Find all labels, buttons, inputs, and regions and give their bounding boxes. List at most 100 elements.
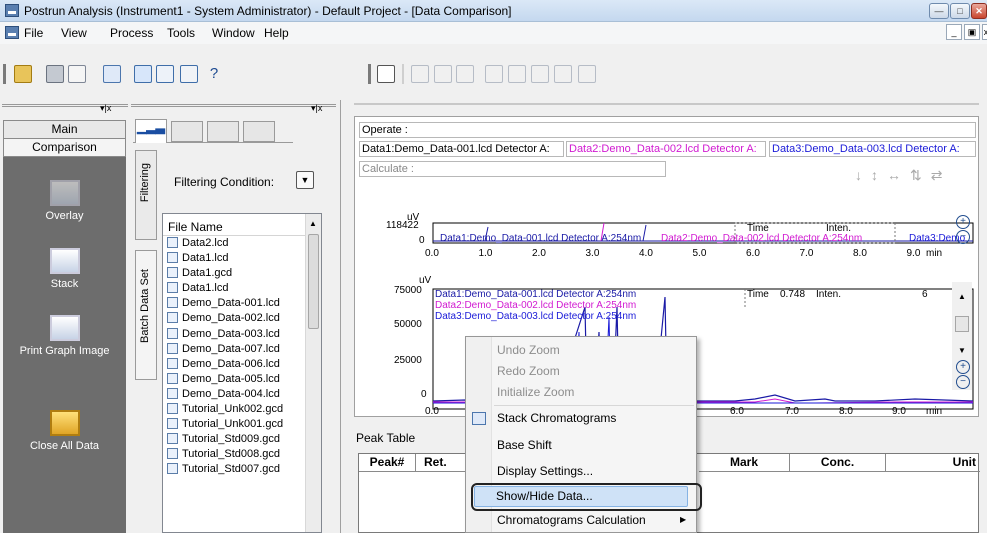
nav-item-close-all-data[interactable]: Close All Data xyxy=(3,410,126,452)
close-button[interactable]: ✕ xyxy=(971,3,987,19)
file-list-header[interactable]: File Name xyxy=(163,214,321,236)
menu-bar: File View Process Tools Window Help _ ▣ … xyxy=(0,22,987,44)
nav-item-overlay[interactable]: Overlay xyxy=(3,180,126,222)
peak-integrate-icon[interactable] xyxy=(434,65,452,83)
data-file-icon xyxy=(167,403,178,415)
print-preview-icon[interactable] xyxy=(68,65,86,83)
top-inten-label: Inten. xyxy=(826,223,852,234)
settings-peak-icon[interactable] xyxy=(578,65,596,83)
copy-icon[interactable] xyxy=(103,65,121,83)
file-list-item[interactable]: Demo_Data-006.lcd xyxy=(163,357,321,372)
col-conc[interactable]: Conc. xyxy=(790,454,886,472)
help-icon[interactable]: ? xyxy=(205,65,223,83)
mdi-close-button[interactable]: x xyxy=(982,24,987,40)
baseline-icon[interactable] xyxy=(485,65,503,83)
top-zoom-out-icon[interactable]: − xyxy=(956,230,970,244)
report-icon[interactable] xyxy=(377,65,395,83)
bottom-x-tick: 9.0 xyxy=(892,406,906,417)
menu-item-display-settings[interactable]: Display Settings... xyxy=(497,464,593,478)
file-list-item[interactable]: Demo_Data-003.lcd xyxy=(163,327,321,342)
menu-tools[interactable]: Tools xyxy=(167,26,195,40)
maximize-button[interactable]: □ xyxy=(950,3,970,19)
data-file-icon xyxy=(167,433,178,445)
chart-scroll-down-icon[interactable]: ▼ xyxy=(958,346,966,355)
data2-chip[interactable]: Data2:Demo_Data-002.lcd Detector A: xyxy=(566,141,766,157)
col-mark[interactable]: Mark xyxy=(699,454,790,472)
menu-file[interactable]: File xyxy=(24,26,43,40)
data3-chip[interactable]: Data3:Demo_Data-003.lcd Detector A: xyxy=(769,141,976,157)
chromatogram-tab-icon[interactable]: ▁▂▃ xyxy=(135,119,167,143)
chart-scroll-up-icon[interactable]: ▲ xyxy=(958,292,966,301)
menu-help[interactable]: Help xyxy=(264,26,289,40)
col-peak-number[interactable]: Peak# xyxy=(359,454,416,472)
open-folder-icon[interactable] xyxy=(14,65,32,83)
file-list-item[interactable]: Data2.lcd xyxy=(163,236,321,251)
vertical-tab-filtering[interactable]: Filtering xyxy=(135,150,157,240)
calculate-field[interactable]: Calculate : xyxy=(359,161,666,177)
bottom-x-unit: min xyxy=(926,406,943,417)
file-list-item[interactable]: Tutorial_Std007.gcd xyxy=(163,462,321,477)
edit-tab-icon[interactable] xyxy=(243,121,275,142)
table-icon[interactable] xyxy=(156,65,174,83)
main-top-border xyxy=(354,103,979,113)
baseline-cross-icon[interactable] xyxy=(531,65,549,83)
menu-view[interactable]: View xyxy=(61,26,87,40)
file-list-item[interactable]: Tutorial_Std009.gcd xyxy=(163,432,321,447)
menu-item-stack-chromatograms[interactable]: Stack Chromatograms xyxy=(497,411,616,425)
file-list-item[interactable]: Tutorial_Std008.gcd xyxy=(163,447,321,462)
minimize-button[interactable]: — xyxy=(929,3,949,19)
nav-item-print-graph-image[interactable]: Print Graph Image xyxy=(3,315,126,357)
chart-arrow-icons[interactable]: ↓↕↔⇅⇄ xyxy=(855,167,951,184)
file-list-item[interactable]: Tutorial_Unk001.gcd xyxy=(163,417,321,432)
col-unit[interactable]: Unit xyxy=(886,454,980,472)
menu-window[interactable]: Window xyxy=(212,26,255,40)
scroll-up-icon[interactable]: ▲ xyxy=(309,219,317,228)
file-list-item[interactable]: Data1.lcd xyxy=(163,281,321,296)
menu-item-redo-zoom[interactable]: Redo Zoom xyxy=(497,364,560,378)
data1-chip[interactable]: Data1:Demo_Data-001.lcd Detector A: xyxy=(359,141,564,157)
nav-tab-comparison[interactable]: Comparison xyxy=(3,138,126,157)
bottom-zoom-out-icon[interactable]: − xyxy=(956,375,970,389)
chart-scroll-thumb[interactable] xyxy=(955,316,969,332)
mdi-restore-button[interactable]: ▣ xyxy=(964,24,980,40)
peak-table-title: Peak Table xyxy=(356,431,416,445)
menu-item-undo-zoom[interactable]: Undo Zoom xyxy=(497,343,560,357)
baseline-add-icon[interactable] xyxy=(554,65,572,83)
file-panel-pin-icon[interactable]: ▾|x xyxy=(311,103,322,114)
print-icon[interactable] xyxy=(46,65,64,83)
menu-item-chromatograms-calculation[interactable]: Chromatograms Calculation xyxy=(497,513,646,527)
file-name: Demo_Data-005.lcd xyxy=(182,372,280,385)
chart-icon[interactable] xyxy=(180,65,198,83)
mdi-minimize-button[interactable]: _ xyxy=(946,24,962,40)
menu-item-initialize-zoom[interactable]: Initialize Zoom xyxy=(497,385,574,399)
bottom-zoom-in-icon[interactable]: + xyxy=(956,360,970,374)
file-list-scrollbar[interactable]: ▲ xyxy=(305,214,321,532)
top-zoom-in-icon[interactable]: + xyxy=(956,215,970,229)
operate-field[interactable]: Operate : xyxy=(359,122,976,138)
file-list-item[interactable]: Demo_Data-005.lcd xyxy=(163,372,321,387)
file-list-scroll-thumb[interactable] xyxy=(308,234,319,329)
file-list-item[interactable]: Tutorial_Unk002.gcd xyxy=(163,402,321,417)
layout-icon[interactable] xyxy=(134,65,152,83)
bottom-inten-value: 6 xyxy=(922,289,928,300)
menu-process[interactable]: Process xyxy=(110,26,153,40)
panel-pin-icon[interactable]: ▾|x xyxy=(100,103,111,114)
baseline-left-icon[interactable] xyxy=(508,65,526,83)
peak-icon[interactable] xyxy=(411,65,429,83)
file-list-item[interactable]: Data1.gcd xyxy=(163,266,321,281)
file-list-item[interactable]: Data1.lcd xyxy=(163,251,321,266)
menu-item-base-shift[interactable]: Base Shift xyxy=(497,438,552,452)
file-list-item[interactable]: Demo_Data-004.lcd xyxy=(163,387,321,402)
report-tab-icon[interactable] xyxy=(207,121,239,142)
method-tab-icon[interactable] xyxy=(171,121,203,142)
nav-item-stack[interactable]: Stack xyxy=(3,248,126,290)
vertical-tab-batch-data-set[interactable]: Batch Data Set xyxy=(135,250,157,380)
peak-split-icon[interactable] xyxy=(456,65,474,83)
file-list-item[interactable]: Demo_Data-002.lcd xyxy=(163,311,321,326)
file-name: Tutorial_Std009.gcd xyxy=(182,433,281,446)
file-list-item[interactable]: Demo_Data-007.lcd xyxy=(163,342,321,357)
filtering-tab-label: Filtering xyxy=(139,163,151,203)
filtering-dropdown-button[interactable]: ▼ xyxy=(296,171,314,189)
file-list-item[interactable]: Demo_Data-001.lcd xyxy=(163,296,321,311)
nav-tab-main[interactable]: Main xyxy=(3,120,126,139)
